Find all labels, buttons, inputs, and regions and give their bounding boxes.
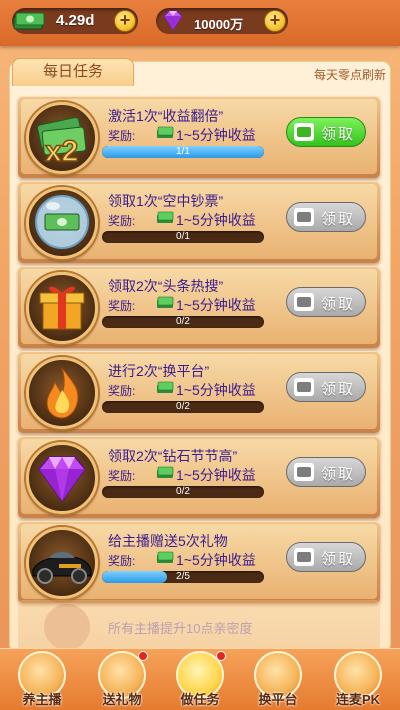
refresh-note: 每天零点刷新	[313, 68, 386, 82]
ticket-icon	[294, 463, 314, 481]
task-card: 给主播赠送5次礼物 奖励: 1~5分钟收益 2/5 领取	[18, 521, 380, 603]
reward-value: 1~5分钟收益	[176, 467, 256, 483]
claim-label: 领取	[321, 211, 356, 228]
bottom-nav: 养主播 送礼物 做任务 换平台 连麦PK	[0, 648, 400, 710]
cash-reward-icon	[157, 126, 174, 138]
reward-value: 1~5分钟收益	[176, 297, 256, 313]
claim-label: 领取	[321, 551, 356, 568]
claim-button[interactable]: 领取	[286, 287, 366, 317]
progress-bar: 0/2	[102, 486, 264, 498]
nav-item-switch-platform[interactable]: 换平台	[238, 649, 318, 710]
reward-label: 奖励:	[108, 299, 136, 313]
cash-value: 4.29d	[56, 12, 95, 29]
ticket-icon	[294, 378, 314, 396]
reward-label: 奖励:	[108, 554, 136, 568]
reward-label: 奖励:	[108, 214, 136, 228]
task-card: x2 激活1次“收益翻倍” 奖励: 1~5分钟收益 1/1 领取	[18, 96, 380, 178]
task-card: 进行2次“换平台” 奖励: 1~5分钟收益 0/2 领取	[18, 351, 380, 433]
cash-reward-icon	[157, 381, 174, 393]
reward-label: 奖励:	[108, 129, 136, 143]
progress-text: 0/1	[176, 231, 190, 242]
cash-stack-icon	[13, 12, 45, 30]
task-title: 进行2次“换平台”	[108, 363, 210, 379]
cash-reward-icon	[157, 466, 174, 478]
flame-icon	[26, 357, 98, 429]
task-card: 领取2次“钻石节节高” 奖励: 1~5分钟收益 0/2 领取	[18, 436, 380, 518]
claim-label: 领取	[321, 466, 356, 483]
ticket-icon	[294, 548, 314, 566]
nav-label: 连麦PK	[335, 692, 381, 707]
task-title: 所有主播提升10点亲密度	[108, 621, 253, 636]
sports-car-icon	[26, 527, 98, 599]
nav-label: 做任务	[180, 692, 220, 707]
task-title: 激活1次“收益翻倍”	[108, 108, 224, 124]
nav-item-raise-anchor[interactable]: 养主播	[2, 649, 82, 710]
task-title: 领取2次“钻石节节高”	[108, 448, 238, 464]
diamond-icon	[26, 442, 98, 514]
reward-value: 1~5分钟收益	[176, 382, 256, 398]
cash-reward-icon	[157, 211, 174, 223]
nav-item-send-gift[interactable]: 送礼物	[82, 649, 162, 710]
reward-label: 奖励:	[108, 469, 136, 483]
task-title: 领取2次“头条热搜”	[108, 278, 224, 294]
top-resource-bar: 4.29d + 10000万 +	[0, 0, 400, 46]
claim-label: 领取	[321, 381, 356, 398]
progress-text: 0/2	[176, 486, 190, 497]
claim-button[interactable]: 领取	[286, 457, 366, 487]
reward-value: 1~5分钟收益	[176, 552, 256, 568]
heart-icon	[44, 604, 90, 650]
cash-reward-icon	[157, 296, 174, 308]
progress-text: 0/2	[176, 401, 190, 412]
cash-reward-icon	[157, 551, 174, 563]
ticket-icon	[294, 293, 314, 311]
reward-value: 1~5分钟收益	[176, 212, 256, 228]
claim-button[interactable]: 领取	[286, 202, 366, 232]
claim-button[interactable]: 领取	[286, 117, 366, 147]
nav-label: 换平台	[258, 692, 298, 707]
nav-label: 养主播	[22, 692, 62, 707]
task-card: 领取1次“空中钞票” 奖励: 1~5分钟收益 0/1 领取	[18, 181, 380, 263]
ticket-icon	[294, 208, 314, 226]
task-title: 给主播赠送5次礼物	[108, 533, 228, 549]
progress-bar: 0/1	[102, 231, 264, 243]
progress-bar: 0/2	[102, 401, 264, 413]
gift-box-icon	[26, 272, 98, 344]
progress-text: 1/1	[176, 146, 190, 157]
gem-value: 10000万	[194, 17, 244, 32]
claim-button[interactable]: 领取	[286, 542, 366, 572]
progress-bar: 0/2	[102, 316, 264, 328]
task-card-partial: 所有主播提升10点亲密度	[18, 600, 380, 650]
progress-text: 2/5	[176, 571, 190, 582]
notification-dot	[138, 651, 148, 661]
reward-label: 奖励:	[108, 384, 136, 398]
purple-diamond-icon	[163, 10, 183, 31]
progress-bar: 1/1	[102, 146, 264, 158]
task-card: 领取2次“头条热搜” 奖励: 1~5分钟收益 0/2 领取	[18, 266, 380, 348]
gem-counter: 10000万 +	[156, 8, 288, 34]
nav-item-do-tasks[interactable]: 做任务	[160, 649, 240, 710]
money-bubble-icon	[26, 187, 98, 259]
progress-text: 0/2	[176, 316, 190, 327]
claim-label: 领取	[321, 296, 356, 313]
claim-button[interactable]: 领取	[286, 372, 366, 402]
tab-daily-tasks[interactable]: 每日任务	[12, 58, 134, 86]
nav-label: 送礼物	[102, 692, 142, 707]
add-gem-button[interactable]: +	[264, 10, 286, 32]
double-x2-icon: x2	[26, 102, 98, 174]
nav-item-pk[interactable]: 连麦PK	[318, 649, 398, 710]
reward-value: 1~5分钟收益	[176, 127, 256, 143]
progress-bar: 2/5	[102, 571, 264, 583]
add-cash-button[interactable]: +	[114, 10, 136, 32]
notification-dot	[216, 651, 226, 661]
ticket-icon	[294, 123, 314, 141]
svg-text:x2: x2	[45, 135, 78, 168]
cash-counter: 4.29d +	[12, 8, 138, 34]
task-title: 领取1次“空中钞票”	[108, 193, 224, 209]
claim-label: 领取	[321, 126, 356, 143]
